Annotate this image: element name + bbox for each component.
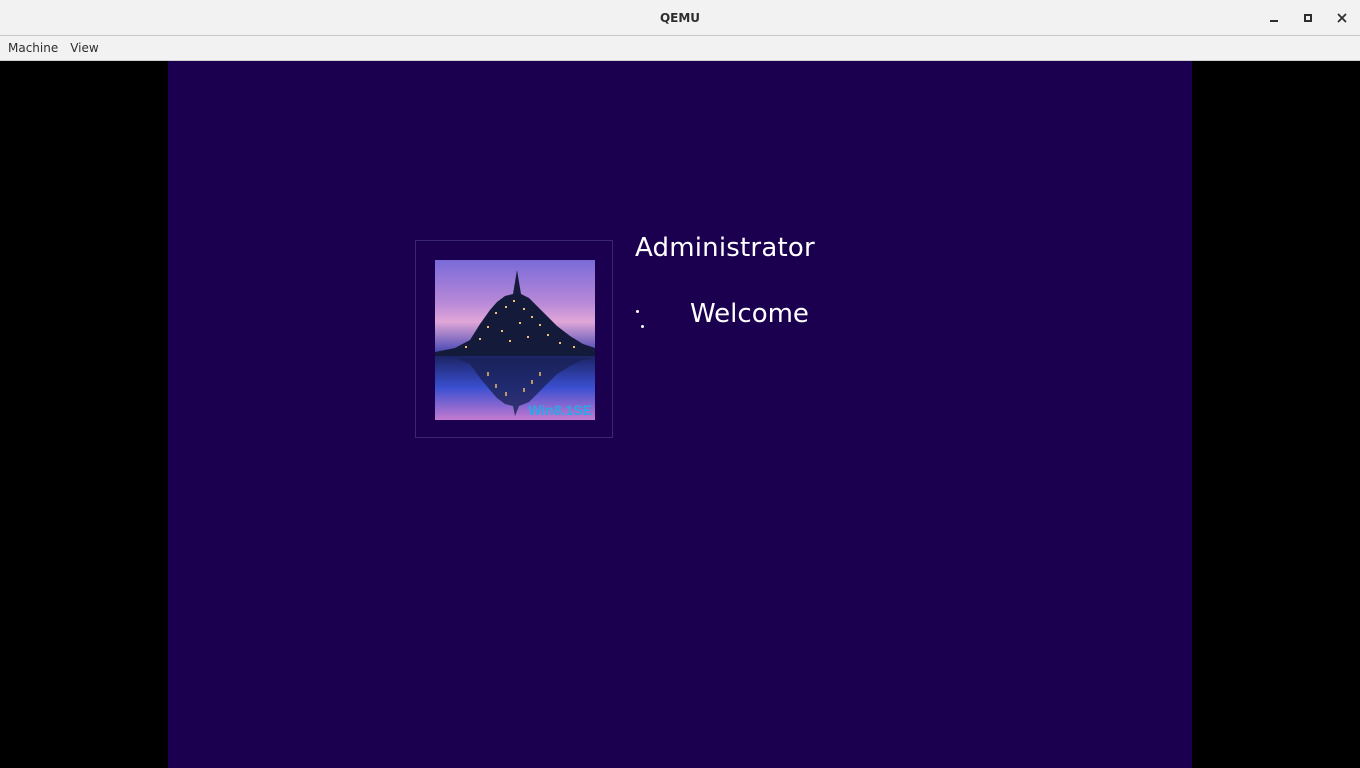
maximize-button[interactable] [1298, 8, 1318, 28]
mont-saint-michel-photo: Win8.1SE [435, 260, 595, 420]
tile-watermark: Win8.1SE [528, 402, 592, 418]
close-button[interactable] [1332, 8, 1352, 28]
window-title: QEMU [659, 11, 701, 25]
guest-login-screen[interactable]: Win8.1SE Administrator Welcome [168, 61, 1192, 768]
loading-spinner-icon [634, 305, 650, 329]
status-text: Welcome [690, 299, 809, 329]
username-label: Administrator [635, 233, 815, 263]
close-icon [1337, 13, 1347, 23]
user-avatar: Win8.1SE [435, 260, 595, 420]
minimize-icon [1270, 20, 1278, 22]
window-titlebar[interactable]: QEMU [0, 0, 1360, 36]
user-tile[interactable]: Win8.1SE [415, 240, 613, 438]
menu-bar: Machine View [0, 36, 1360, 61]
menu-machine[interactable]: Machine [2, 36, 64, 60]
vm-display[interactable]: Win8.1SE Administrator Welcome [0, 61, 1360, 768]
minimize-button[interactable] [1264, 8, 1284, 28]
maximize-icon [1304, 14, 1312, 22]
menu-view[interactable]: View [64, 36, 104, 60]
